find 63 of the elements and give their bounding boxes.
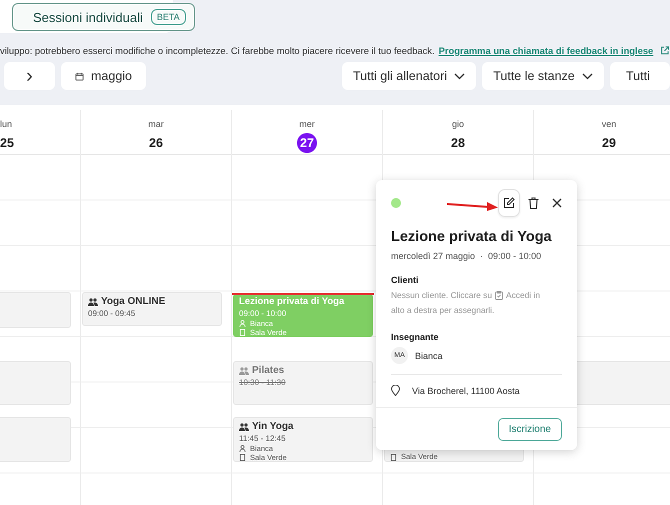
event-time: 09:00 - 10:00 [239,309,288,319]
event-title: Yoga ONLINE [101,296,166,308]
clients-heading: Clienti [391,275,420,285]
external-link-icon [660,44,670,56]
door-icon [239,454,246,461]
popup-time: 09:00 - 10:00 [488,251,542,261]
trash-icon [528,197,538,209]
event-card[interactable] [0,292,71,328]
event-title: Yin Yoga [252,421,294,433]
event-time: 09:00 - 09:45 [88,309,136,319]
clipboard-icon [495,291,504,300]
close-icon [552,198,562,208]
next-button[interactable]: › [4,62,55,90]
weekday-label: mer [299,119,315,129]
weekday-label: lun [0,119,12,129]
edit-button[interactable] [498,189,520,217]
arrow-drawing [447,200,499,212]
filter-dropdown[interactable]: Tutti gli allenatori [342,62,476,90]
clients-hint: Nessun cliente. Cliccare su [391,289,492,302]
weekday-label: gio [452,119,464,129]
calendar-icon [75,72,84,80]
person-icon [239,320,246,327]
filter-dropdown[interactable]: Tutte le stanze [482,62,604,90]
clients-hint: Accedi in [506,289,540,302]
address-text: Via Brocherel, 11100 Aosta [412,386,520,396]
event-card[interactable]: Pilates 10:30 - 11:30 [233,361,373,405]
door-icon [239,329,246,336]
group-icon [239,367,249,375]
teacher-name: Bianca [415,350,443,360]
beta-badge: BETA [150,9,186,25]
month-button[interactable]: maggio [61,62,146,90]
chevron-down-icon [582,72,593,80]
date-label: 25 [0,135,14,152]
event-time: 10:30 - 11:30 [239,378,287,388]
event-card[interactable]: Yoga ONLINE 09:00 - 09:45 [82,292,222,326]
event-title: Lezione privata di Yoga [239,296,344,308]
notice-text: viluppo: potrebbero esserci modifiche o incompletezze. Ci farebbe molto piacere ricevere il tuo feedback. [0,44,435,56]
feedback-link[interactable]: Programma una chiamata di feedback in inglese [438,44,654,56]
edit-icon [503,197,515,209]
filter-dropdown[interactable]: Tutti [610,62,670,90]
person-icon [239,445,246,452]
date-label: 27 [297,133,317,153]
date-label: 28 [450,135,466,152]
event-time: 11:45 - 12:45 [239,434,287,444]
popup-date: mercoledì 27 maggio [391,251,476,261]
event-title: Pilates [252,365,284,377]
door-icon [390,454,397,460]
group-icon [239,423,249,431]
chevron-down-icon [454,72,466,80]
weekday-label: ven [602,119,616,129]
mode-tab[interactable]: Sessioni individuali BETA [12,3,195,31]
location-pin-icon [391,385,400,396]
group-icon [88,298,98,306]
separator-dot: · [480,251,484,261]
event-card[interactable] [0,417,71,462]
enroll-button[interactable]: Iscrizione [498,418,562,440]
popup-title: Lezione privata di Yoga [391,229,553,245]
clients-hint: alto a destra per assegnarli. [391,304,494,317]
teacher-heading: Insegnante [391,332,440,342]
date-label: 29 [601,135,617,152]
event-card[interactable] [0,361,71,405]
date-label: 26 [148,135,164,152]
weekday-label: mar [148,119,164,129]
